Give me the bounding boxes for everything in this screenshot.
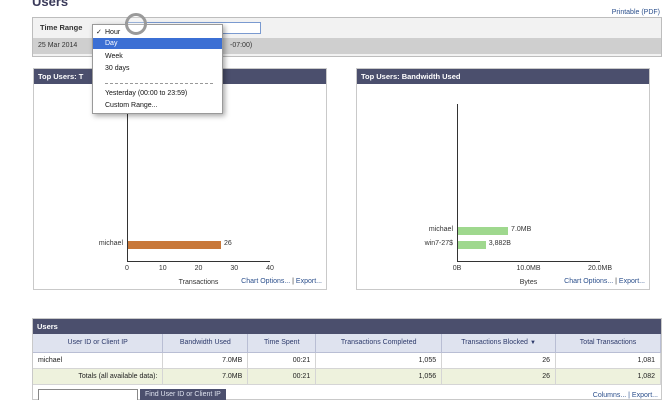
users-table-title: Users [33, 319, 661, 334]
x-tick-label: 10.0MB [516, 265, 541, 272]
data-label: 7.0MB [511, 226, 532, 233]
category-label: michael [428, 226, 453, 233]
cell-time-spent: 00:21 [247, 352, 317, 369]
totals-row: Totals (all available data): 7.0MB 00:21… [33, 368, 661, 385]
x-tick-label: 10 [158, 265, 167, 272]
column-header-bandwidth[interactable]: Bandwidth Used [162, 334, 249, 353]
time-range-date: 25 Mar 2014 [38, 42, 78, 49]
bar-win7-27-[interactable] [458, 241, 486, 249]
data-label: 3,882B [488, 240, 511, 247]
cell-user[interactable]: michael [33, 352, 164, 369]
export-link[interactable]: Export... [619, 278, 645, 285]
totals-bandwidth: 7.0MB [162, 368, 249, 385]
cell-total-transactions: 1,081 [555, 352, 661, 369]
cursor-indicator-icon [125, 13, 147, 35]
column-header-total-transactions[interactable]: Total Transactions [555, 334, 661, 353]
x-axis-title: Bytes [519, 279, 538, 286]
dropdown-option-custom-range[interactable]: Custom Range... [93, 100, 222, 111]
x-tick-label: 30 [230, 265, 239, 272]
x-tick-label: 0B [452, 265, 462, 272]
totals-label: Totals (all available data): [33, 368, 164, 385]
bar-michael[interactable] [128, 241, 221, 249]
x-tick-label: 20.0MB [587, 265, 613, 272]
sort-descending-icon: ▼ [529, 340, 536, 347]
totals-transactions-blocked: 26 [441, 368, 557, 385]
checkmark-icon: ✓ [96, 29, 102, 36]
time-range-timezone: -07:00) [230, 42, 253, 49]
column-header-time-spent[interactable]: Time Spent [247, 334, 317, 353]
chart-links: Chart Options... | Export... [564, 278, 645, 285]
plot-area [457, 104, 600, 262]
x-tick-label: 20 [194, 265, 203, 272]
cell-transactions-blocked: 26 [441, 352, 557, 369]
plot-area [127, 104, 270, 262]
chart-options-link[interactable]: Chart Options... [564, 278, 613, 285]
x-tick-label: 40 [266, 265, 274, 272]
column-header-user[interactable]: User ID or Client IP [33, 334, 164, 353]
time-range-dropdown: ✓ Hour Day Week 30 days Yesterday (00:00 … [92, 24, 223, 114]
table-links[interactable]: Columns... | Export... [593, 392, 658, 399]
dropdown-separator [105, 83, 213, 84]
chart-options-link[interactable]: Chart Options... [241, 278, 290, 285]
dropdown-option-30-days[interactable]: 30 days [93, 63, 222, 74]
chart-links: Chart Options... | Export... [241, 278, 322, 285]
totals-transactions-completed: 1,056 [315, 368, 443, 385]
top-users-bandwidth-panel: Top Users: Bandwidth Used michael 7.0MB wi… [356, 68, 650, 290]
category-label: win7-27$ [424, 240, 453, 247]
printable-pdf-link[interactable]: Printable (PDF) [612, 9, 660, 16]
cell-transactions-completed: 1,055 [315, 352, 443, 369]
totals-time-spent: 00:21 [247, 368, 317, 385]
dropdown-option-yesterday[interactable]: Yesterday (00:00 to 23:59) [93, 88, 222, 99]
export-link[interactable]: Export... [296, 278, 322, 285]
column-header-transactions-blocked[interactable]: Transactions Blocked ▼ [441, 334, 557, 353]
dropdown-option-week[interactable]: Week [93, 51, 222, 62]
cell-bandwidth: 7.0MB [162, 352, 249, 369]
totals-total-transactions: 1,082 [555, 368, 661, 385]
time-range-label: Time Range [40, 23, 83, 32]
table-row: michael 7.0MB 00:21 1,055 26 1,081 [33, 352, 661, 369]
bar-michael[interactable] [458, 227, 509, 235]
category-label: michael [98, 240, 123, 247]
users-table-box: Users User ID or Client IP Bandwidth Use… [32, 318, 662, 400]
users-table: User ID or Client IP Bandwidth Used Time… [33, 334, 661, 385]
data-label: 26 [223, 240, 232, 247]
x-axis-title: Transactions [178, 279, 219, 286]
dropdown-option-day[interactable]: Day [93, 38, 222, 49]
x-tick-label: 0 [125, 265, 129, 272]
find-user-input[interactable] [38, 389, 138, 400]
dropdown-option-hour[interactable]: ✓ Hour [93, 27, 222, 38]
column-header-transactions-completed[interactable]: Transactions Completed [315, 334, 443, 353]
find-user-button[interactable]: Find User ID or Client IP [140, 389, 226, 400]
page-title: Users [32, 0, 69, 9]
panel-title: Top Users: Bandwidth Used [357, 69, 649, 84]
